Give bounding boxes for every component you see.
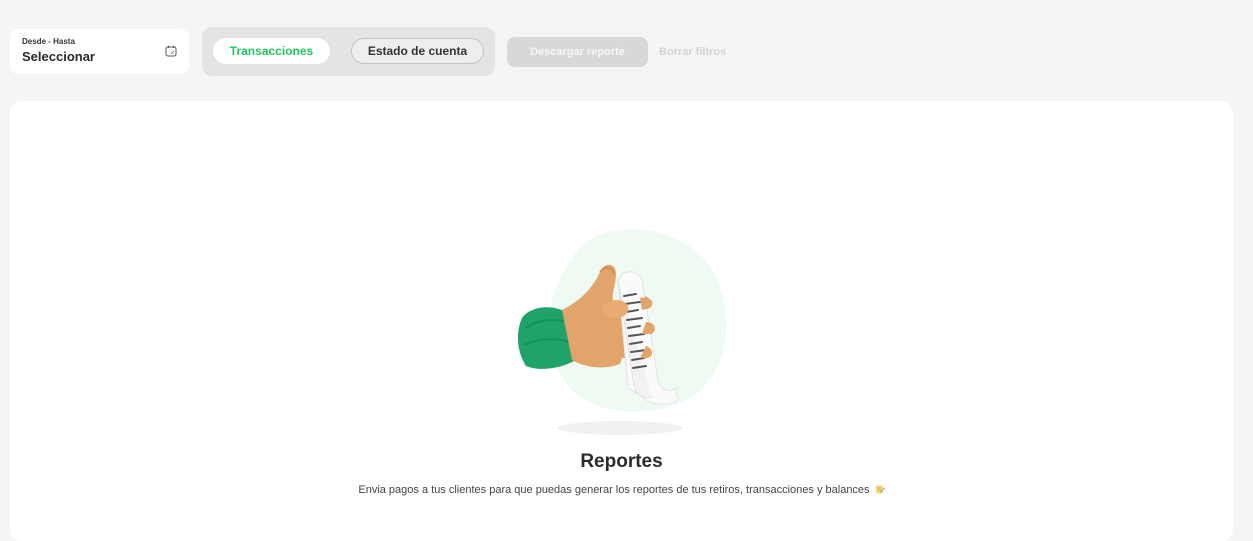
hand-holding-receipt-illustration	[517, 228, 727, 435]
download-report-button[interactable]: Descargar reporte	[507, 37, 648, 67]
empty-state-description: Envia pagos a tus clientes para que pued…	[358, 484, 870, 496]
date-range-value: Seleccionar	[22, 49, 95, 64]
filter-toolbar: Desde - Hasta Seleccionar Transacciones …	[0, 0, 1253, 100]
memo-icon	[875, 485, 885, 494]
empty-state-description-row: Envia pagos a tus clientes para que pued…	[0, 484, 1243, 496]
report-type-tabs: Transacciones Estado de cuenta	[202, 27, 495, 76]
clear-filters-button[interactable]: Borrar filtros	[659, 37, 726, 67]
date-range-label: Desde - Hasta	[22, 37, 75, 46]
illustration-shadow	[558, 421, 682, 435]
calendar-icon[interactable]	[165, 45, 177, 57]
empty-state-title: Reportes	[580, 451, 663, 472]
tab-estado-de-cuenta[interactable]: Estado de cuenta	[351, 38, 484, 64]
tab-transacciones[interactable]: Transacciones	[213, 38, 330, 64]
date-range-picker[interactable]: Desde - Hasta Seleccionar	[10, 29, 189, 74]
